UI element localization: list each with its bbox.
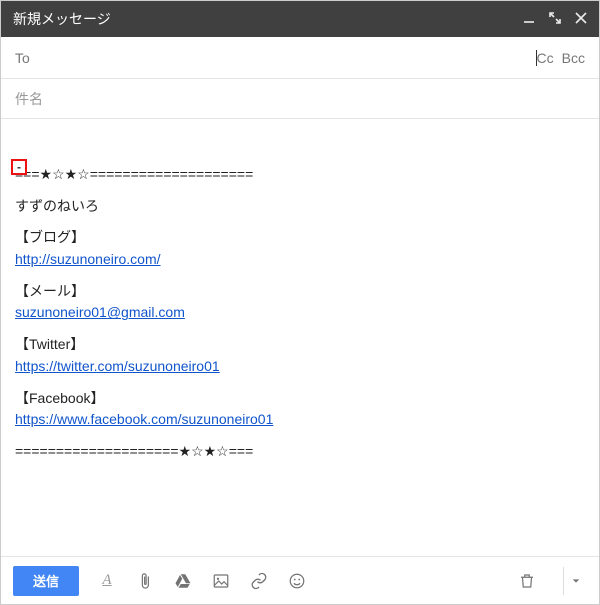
formatting-icon[interactable]: A [97,571,117,591]
mail-heading: 【メール】 [15,281,585,303]
subject-input[interactable] [15,91,585,107]
message-body[interactable]: - ===★☆★☆==================== すずのねいろ 【ブロ… [1,119,599,556]
window-controls [523,11,587,27]
blog-heading: 【ブログ】 [15,227,585,249]
cc-toggle[interactable]: Cc [537,50,554,66]
to-label: To [15,50,30,66]
window-title: 新規メッセージ [13,9,523,29]
trash-icon[interactable] [517,571,537,591]
photo-icon[interactable] [211,571,231,591]
signature-separator-bottom: ====================★☆★☆=== [15,441,585,463]
signature-name: すずのねいろ [15,196,585,218]
drive-icon[interactable] [173,571,193,591]
mail-link[interactable]: suzunoneiro01@gmail.com [15,304,185,320]
more-options-button[interactable] [563,567,587,595]
collapse-marker[interactable]: - [11,159,27,175]
compose-toolbar: 送信 A [1,556,599,604]
minimize-button[interactable] [523,11,535,27]
bcc-toggle[interactable]: Bcc [562,50,585,66]
titlebar: 新規メッセージ [1,1,599,37]
facebook-link[interactable]: https://www.facebook.com/suzunoneiro01 [15,411,273,427]
twitter-heading: 【Twitter】 [15,334,585,356]
emoji-icon[interactable] [287,571,307,591]
attach-icon[interactable] [135,571,155,591]
send-button[interactable]: 送信 [13,566,79,596]
facebook-heading: 【Facebook】 [15,388,585,410]
to-input[interactable] [38,46,534,70]
twitter-link[interactable]: https://twitter.com/suzunoneiro01 [15,358,220,374]
close-button[interactable] [575,11,587,27]
link-icon[interactable] [249,571,269,591]
fullscreen-button[interactable] [549,11,561,27]
signature-separator-top: ===★☆★☆==================== [15,164,585,186]
blog-link[interactable]: http://suzunoneiro.com/ [15,251,161,267]
recipients-row[interactable]: To Cc Bcc [1,37,599,79]
compose-window: 新規メッセージ To Cc Bcc - ===★☆★☆=============… [0,0,600,605]
subject-row[interactable] [1,79,599,119]
